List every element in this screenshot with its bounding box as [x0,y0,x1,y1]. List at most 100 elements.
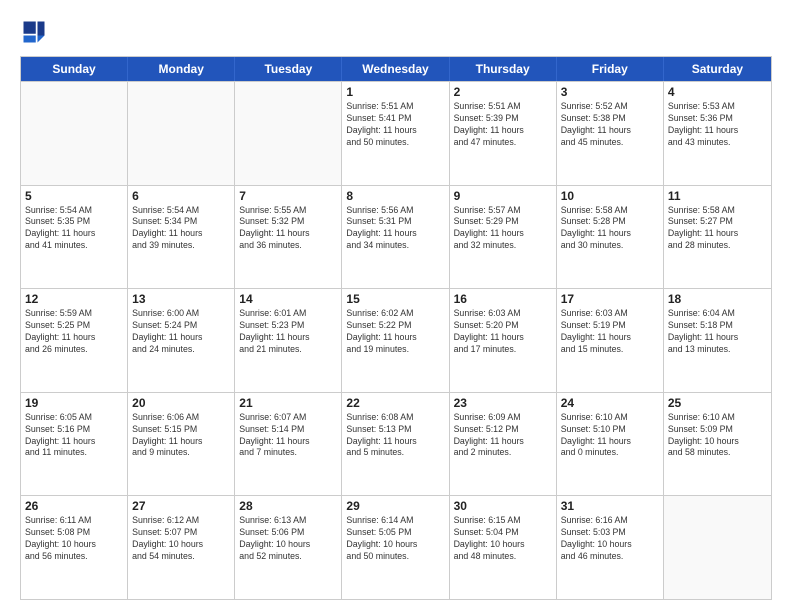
day-info: Sunrise: 5:56 AM Sunset: 5:31 PM Dayligh… [346,205,444,253]
day-number: 30 [454,499,552,513]
page-header [20,18,772,46]
day-info: Sunrise: 5:55 AM Sunset: 5:32 PM Dayligh… [239,205,337,253]
day-info: Sunrise: 5:54 AM Sunset: 5:35 PM Dayligh… [25,205,123,253]
day-number: 3 [561,85,659,99]
day-number: 22 [346,396,444,410]
day-number: 9 [454,189,552,203]
day-number: 31 [561,499,659,513]
calendar-header-row: SundayMondayTuesdayWednesdayThursdayFrid… [21,57,771,81]
day-info: Sunrise: 5:58 AM Sunset: 5:28 PM Dayligh… [561,205,659,253]
day-info: Sunrise: 6:02 AM Sunset: 5:22 PM Dayligh… [346,308,444,356]
day-number: 20 [132,396,230,410]
calendar-row: 12 Sunrise: 5:59 AM Sunset: 5:25 PM Dayli… [21,288,771,392]
day-number: 16 [454,292,552,306]
day-info: Sunrise: 6:03 AM Sunset: 5:20 PM Dayligh… [454,308,552,356]
calendar-cell [235,82,342,185]
weekday-header: Sunday [21,57,128,81]
day-number: 14 [239,292,337,306]
day-number: 5 [25,189,123,203]
day-number: 25 [668,396,767,410]
day-number: 15 [346,292,444,306]
calendar-cell: 28 Sunrise: 6:13 AM Sunset: 5:06 PM Dayli… [235,496,342,599]
day-info: Sunrise: 5:54 AM Sunset: 5:34 PM Dayligh… [132,205,230,253]
day-number: 27 [132,499,230,513]
day-number: 19 [25,396,123,410]
calendar-cell: 19 Sunrise: 6:05 AM Sunset: 5:16 PM Dayli… [21,393,128,496]
day-number: 13 [132,292,230,306]
calendar-cell: 29Sunrise: 6:14 AM Sunset: 5:05 PM Dayli… [342,496,449,599]
day-info: Sunrise: 6:00 AM Sunset: 5:24 PM Dayligh… [132,308,230,356]
calendar-cell: 17 Sunrise: 6:03 AM Sunset: 5:19 PM Dayli… [557,289,664,392]
weekday-header: Thursday [450,57,557,81]
calendar-cell: 8 Sunrise: 5:56 AM Sunset: 5:31 PM Daylig… [342,186,449,289]
logo [20,18,52,46]
day-number: 26 [25,499,123,513]
day-info: Sunrise: 6:11 AM Sunset: 5:08 PM Dayligh… [25,515,123,563]
day-info: Sunrise: 6:03 AM Sunset: 5:19 PM Dayligh… [561,308,659,356]
day-info: Sunrise: 5:52 AM Sunset: 5:38 PM Dayligh… [561,101,659,149]
day-number: 21 [239,396,337,410]
calendar-cell [21,82,128,185]
day-info: Sunrise: 6:15 AM Sunset: 5:04 PM Dayligh… [454,515,552,563]
day-info: Sunrise: 5:51 AM Sunset: 5:41 PM Dayligh… [346,101,444,149]
day-info: Sunrise: 6:13 AM Sunset: 5:06 PM Dayligh… [239,515,337,563]
day-number: 23 [454,396,552,410]
day-info: Sunrise: 6:10 AM Sunset: 5:09 PM Dayligh… [668,412,767,460]
day-number: 12 [25,292,123,306]
day-info: Sunrise: 6:07 AM Sunset: 5:14 PM Dayligh… [239,412,337,460]
day-number: 8 [346,189,444,203]
day-info: Sunrise: 6:10 AM Sunset: 5:10 PM Dayligh… [561,412,659,460]
calendar-cell: 26 Sunrise: 6:11 AM Sunset: 5:08 PM Dayli… [21,496,128,599]
day-info: Sunrise: 5:51 AM Sunset: 5:39 PM Dayligh… [454,101,552,149]
day-info: Sunrise: 6:05 AM Sunset: 5:16 PM Dayligh… [25,412,123,460]
calendar-cell: 10Sunrise: 5:58 AM Sunset: 5:28 PM Dayli… [557,186,664,289]
logo-icon [20,18,48,46]
weekday-header: Wednesday [342,57,449,81]
day-info: Sunrise: 5:53 AM Sunset: 5:36 PM Dayligh… [668,101,767,149]
calendar-cell: 1 Sunrise: 5:51 AM Sunset: 5:41 PM Daylig… [342,82,449,185]
weekday-header: Friday [557,57,664,81]
day-number: 17 [561,292,659,306]
calendar-cell: 13 Sunrise: 6:00 AM Sunset: 5:24 PM Dayli… [128,289,235,392]
day-info: Sunrise: 5:58 AM Sunset: 5:27 PM Dayligh… [668,205,767,253]
calendar-cell: 27 Sunrise: 6:12 AM Sunset: 5:07 PM Dayli… [128,496,235,599]
calendar-row: 19 Sunrise: 6:05 AM Sunset: 5:16 PM Dayli… [21,392,771,496]
calendar-cell: 3 Sunrise: 5:52 AM Sunset: 5:38 PM Daylig… [557,82,664,185]
day-number: 11 [668,189,767,203]
calendar-cell: 16 Sunrise: 6:03 AM Sunset: 5:20 PM Dayli… [450,289,557,392]
day-number: 18 [668,292,767,306]
day-info: Sunrise: 6:16 AM Sunset: 5:03 PM Dayligh… [561,515,659,563]
day-info: Sunrise: 6:04 AM Sunset: 5:18 PM Dayligh… [668,308,767,356]
calendar-cell: 15 Sunrise: 6:02 AM Sunset: 5:22 PM Dayli… [342,289,449,392]
day-number: 28 [239,499,337,513]
day-number: 29 [346,499,444,513]
day-info: Sunrise: 6:12 AM Sunset: 5:07 PM Dayligh… [132,515,230,563]
day-info: Sunrise: 5:57 AM Sunset: 5:29 PM Dayligh… [454,205,552,253]
calendar-cell: 5 Sunrise: 5:54 AM Sunset: 5:35 PM Daylig… [21,186,128,289]
calendar-cell: 31 Sunrise: 6:16 AM Sunset: 5:03 PM Dayli… [557,496,664,599]
calendar-cell [128,82,235,185]
calendar-cell: 30 Sunrise: 6:15 AM Sunset: 5:04 PM Dayli… [450,496,557,599]
calendar-row: 5 Sunrise: 5:54 AM Sunset: 5:35 PM Daylig… [21,185,771,289]
calendar: SundayMondayTuesdayWednesdayThursdayFrid… [20,56,772,600]
day-number: 24 [561,396,659,410]
calendar-cell: 24 Sunrise: 6:10 AM Sunset: 5:10 PM Dayli… [557,393,664,496]
calendar-cell: 12 Sunrise: 5:59 AM Sunset: 5:25 PM Dayli… [21,289,128,392]
day-info: Sunrise: 5:59 AM Sunset: 5:25 PM Dayligh… [25,308,123,356]
day-info: Sunrise: 6:09 AM Sunset: 5:12 PM Dayligh… [454,412,552,460]
calendar-cell: 6Sunrise: 5:54 AM Sunset: 5:34 PM Daylig… [128,186,235,289]
calendar-cell: 7Sunrise: 5:55 AM Sunset: 5:32 PM Daylig… [235,186,342,289]
calendar-cell [664,496,771,599]
calendar-cell: 18 Sunrise: 6:04 AM Sunset: 5:18 PM Dayli… [664,289,771,392]
day-number: 1 [346,85,444,99]
day-number: 2 [454,85,552,99]
calendar-row: 1 Sunrise: 5:51 AM Sunset: 5:41 PM Daylig… [21,81,771,185]
day-number: 4 [668,85,767,99]
weekday-header: Monday [128,57,235,81]
weekday-header: Tuesday [235,57,342,81]
calendar-cell: 9 Sunrise: 5:57 AM Sunset: 5:29 PM Daylig… [450,186,557,289]
calendar-cell: 4 Sunrise: 5:53 AM Sunset: 5:36 PM Daylig… [664,82,771,185]
calendar-cell: 22Sunrise: 6:08 AM Sunset: 5:13 PM Dayli… [342,393,449,496]
calendar-cell: 25 Sunrise: 6:10 AM Sunset: 5:09 PM Dayli… [664,393,771,496]
calendar-cell: 20Sunrise: 6:06 AM Sunset: 5:15 PM Dayli… [128,393,235,496]
